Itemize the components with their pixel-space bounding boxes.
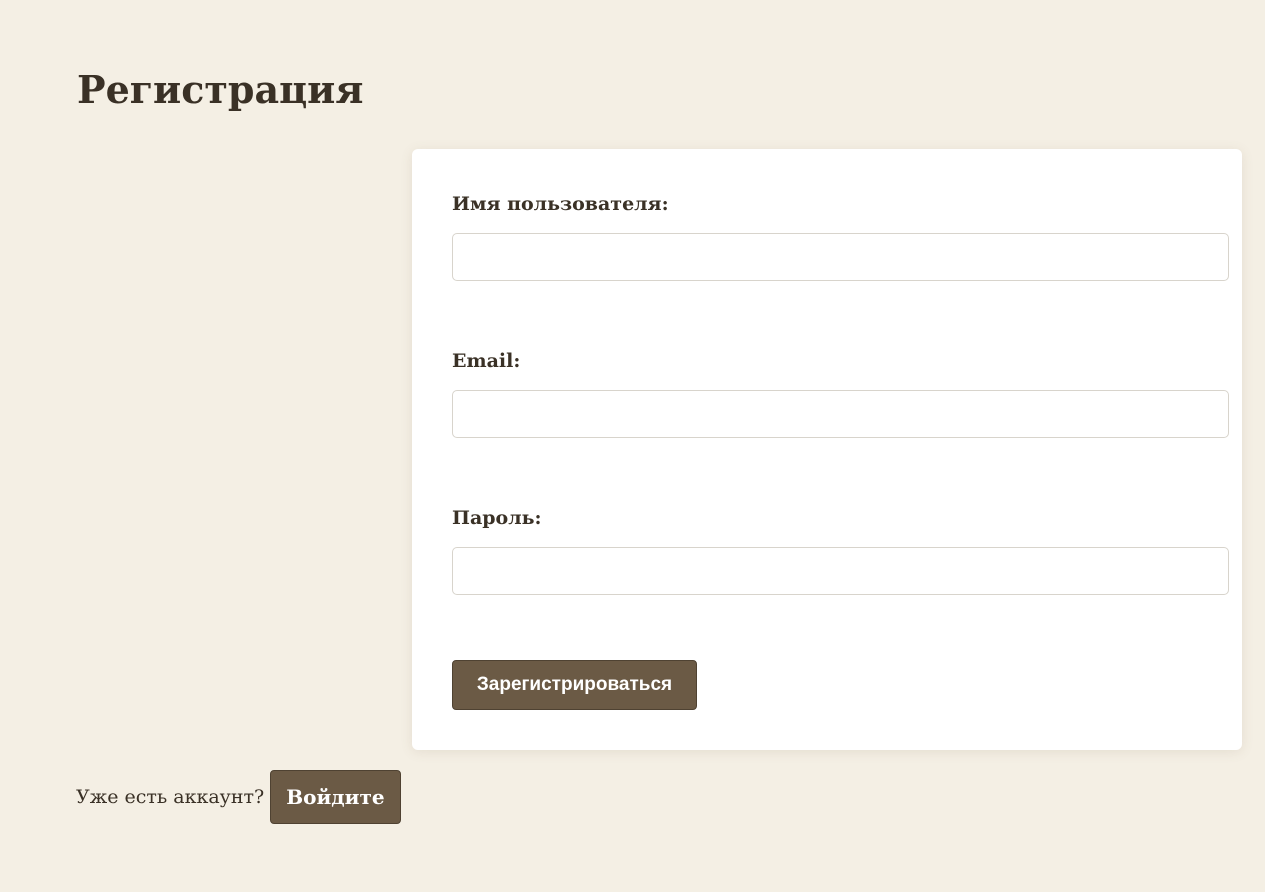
registration-form-card: Имя пользователя: Email: Пароль: Зарегис… [412,149,1242,750]
username-label: Имя пользователя: [452,193,669,215]
password-input[interactable] [452,547,1229,595]
username-input[interactable] [452,233,1229,281]
page-title: Регистрация [77,67,364,112]
login-row: Уже есть аккаунт? Войдите [76,770,401,824]
password-label: Пароль: [452,507,542,529]
email-label: Email: [452,350,521,372]
register-button[interactable]: Зарегистрироваться [452,660,697,710]
login-button[interactable]: Войдите [270,770,401,824]
email-input[interactable] [452,390,1229,438]
login-prompt: Уже есть аккаунт? [76,786,265,808]
